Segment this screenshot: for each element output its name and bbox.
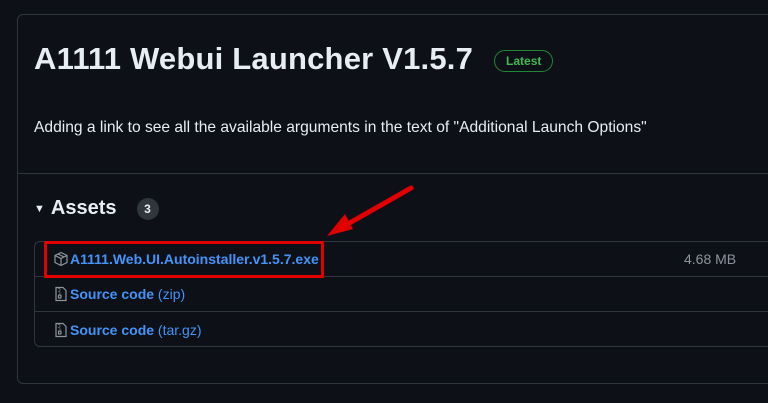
latest-badge: Latest xyxy=(494,50,554,72)
release-title[interactable]: A1111 Webui Launcher V1.5.7 xyxy=(34,40,473,78)
release-header: A1111 Webui Launcher V1.5.7 Latest xyxy=(34,40,554,78)
source-zip-name: Source code xyxy=(70,286,155,302)
source-targz-name: Source code xyxy=(70,321,155,338)
asset-row: Source code (tar.gz) xyxy=(35,312,768,347)
file-zip-icon xyxy=(53,286,69,302)
asset-exe-size: 4.68 MB xyxy=(684,251,737,267)
source-targz-suffix: (tar.gz) xyxy=(157,321,202,338)
assets-title: Assets xyxy=(50,197,117,219)
file-zip-icon xyxy=(53,322,69,338)
divider xyxy=(17,173,768,174)
asset-row: A1111.Web.UI.Autoinstaller.v1.5.7.exe 4.… xyxy=(35,242,768,277)
asset-row: Source code (zip) xyxy=(35,277,768,312)
assets-count-badge: 3 xyxy=(136,197,159,220)
package-icon xyxy=(53,251,69,267)
asset-exe-name: A1111.Web.UI.Autoinstaller.v1.5.7.exe xyxy=(70,251,319,267)
assets-list: A1111.Web.UI.Autoinstaller.v1.5.7.exe 4.… xyxy=(34,241,768,347)
triangle-down-icon: ▼ xyxy=(34,202,45,215)
release-description: Adding a link to see all the available a… xyxy=(34,119,647,136)
source-zip-link[interactable]: Source code (zip) xyxy=(70,286,185,302)
assets-toggle[interactable]: ▼ Assets 3 xyxy=(34,197,159,220)
source-zip-suffix: (zip) xyxy=(157,286,186,302)
source-targz-link[interactable]: Source code (tar.gz) xyxy=(70,322,202,338)
asset-exe-link[interactable]: A1111.Web.UI.Autoinstaller.v1.5.7.exe xyxy=(70,251,319,267)
